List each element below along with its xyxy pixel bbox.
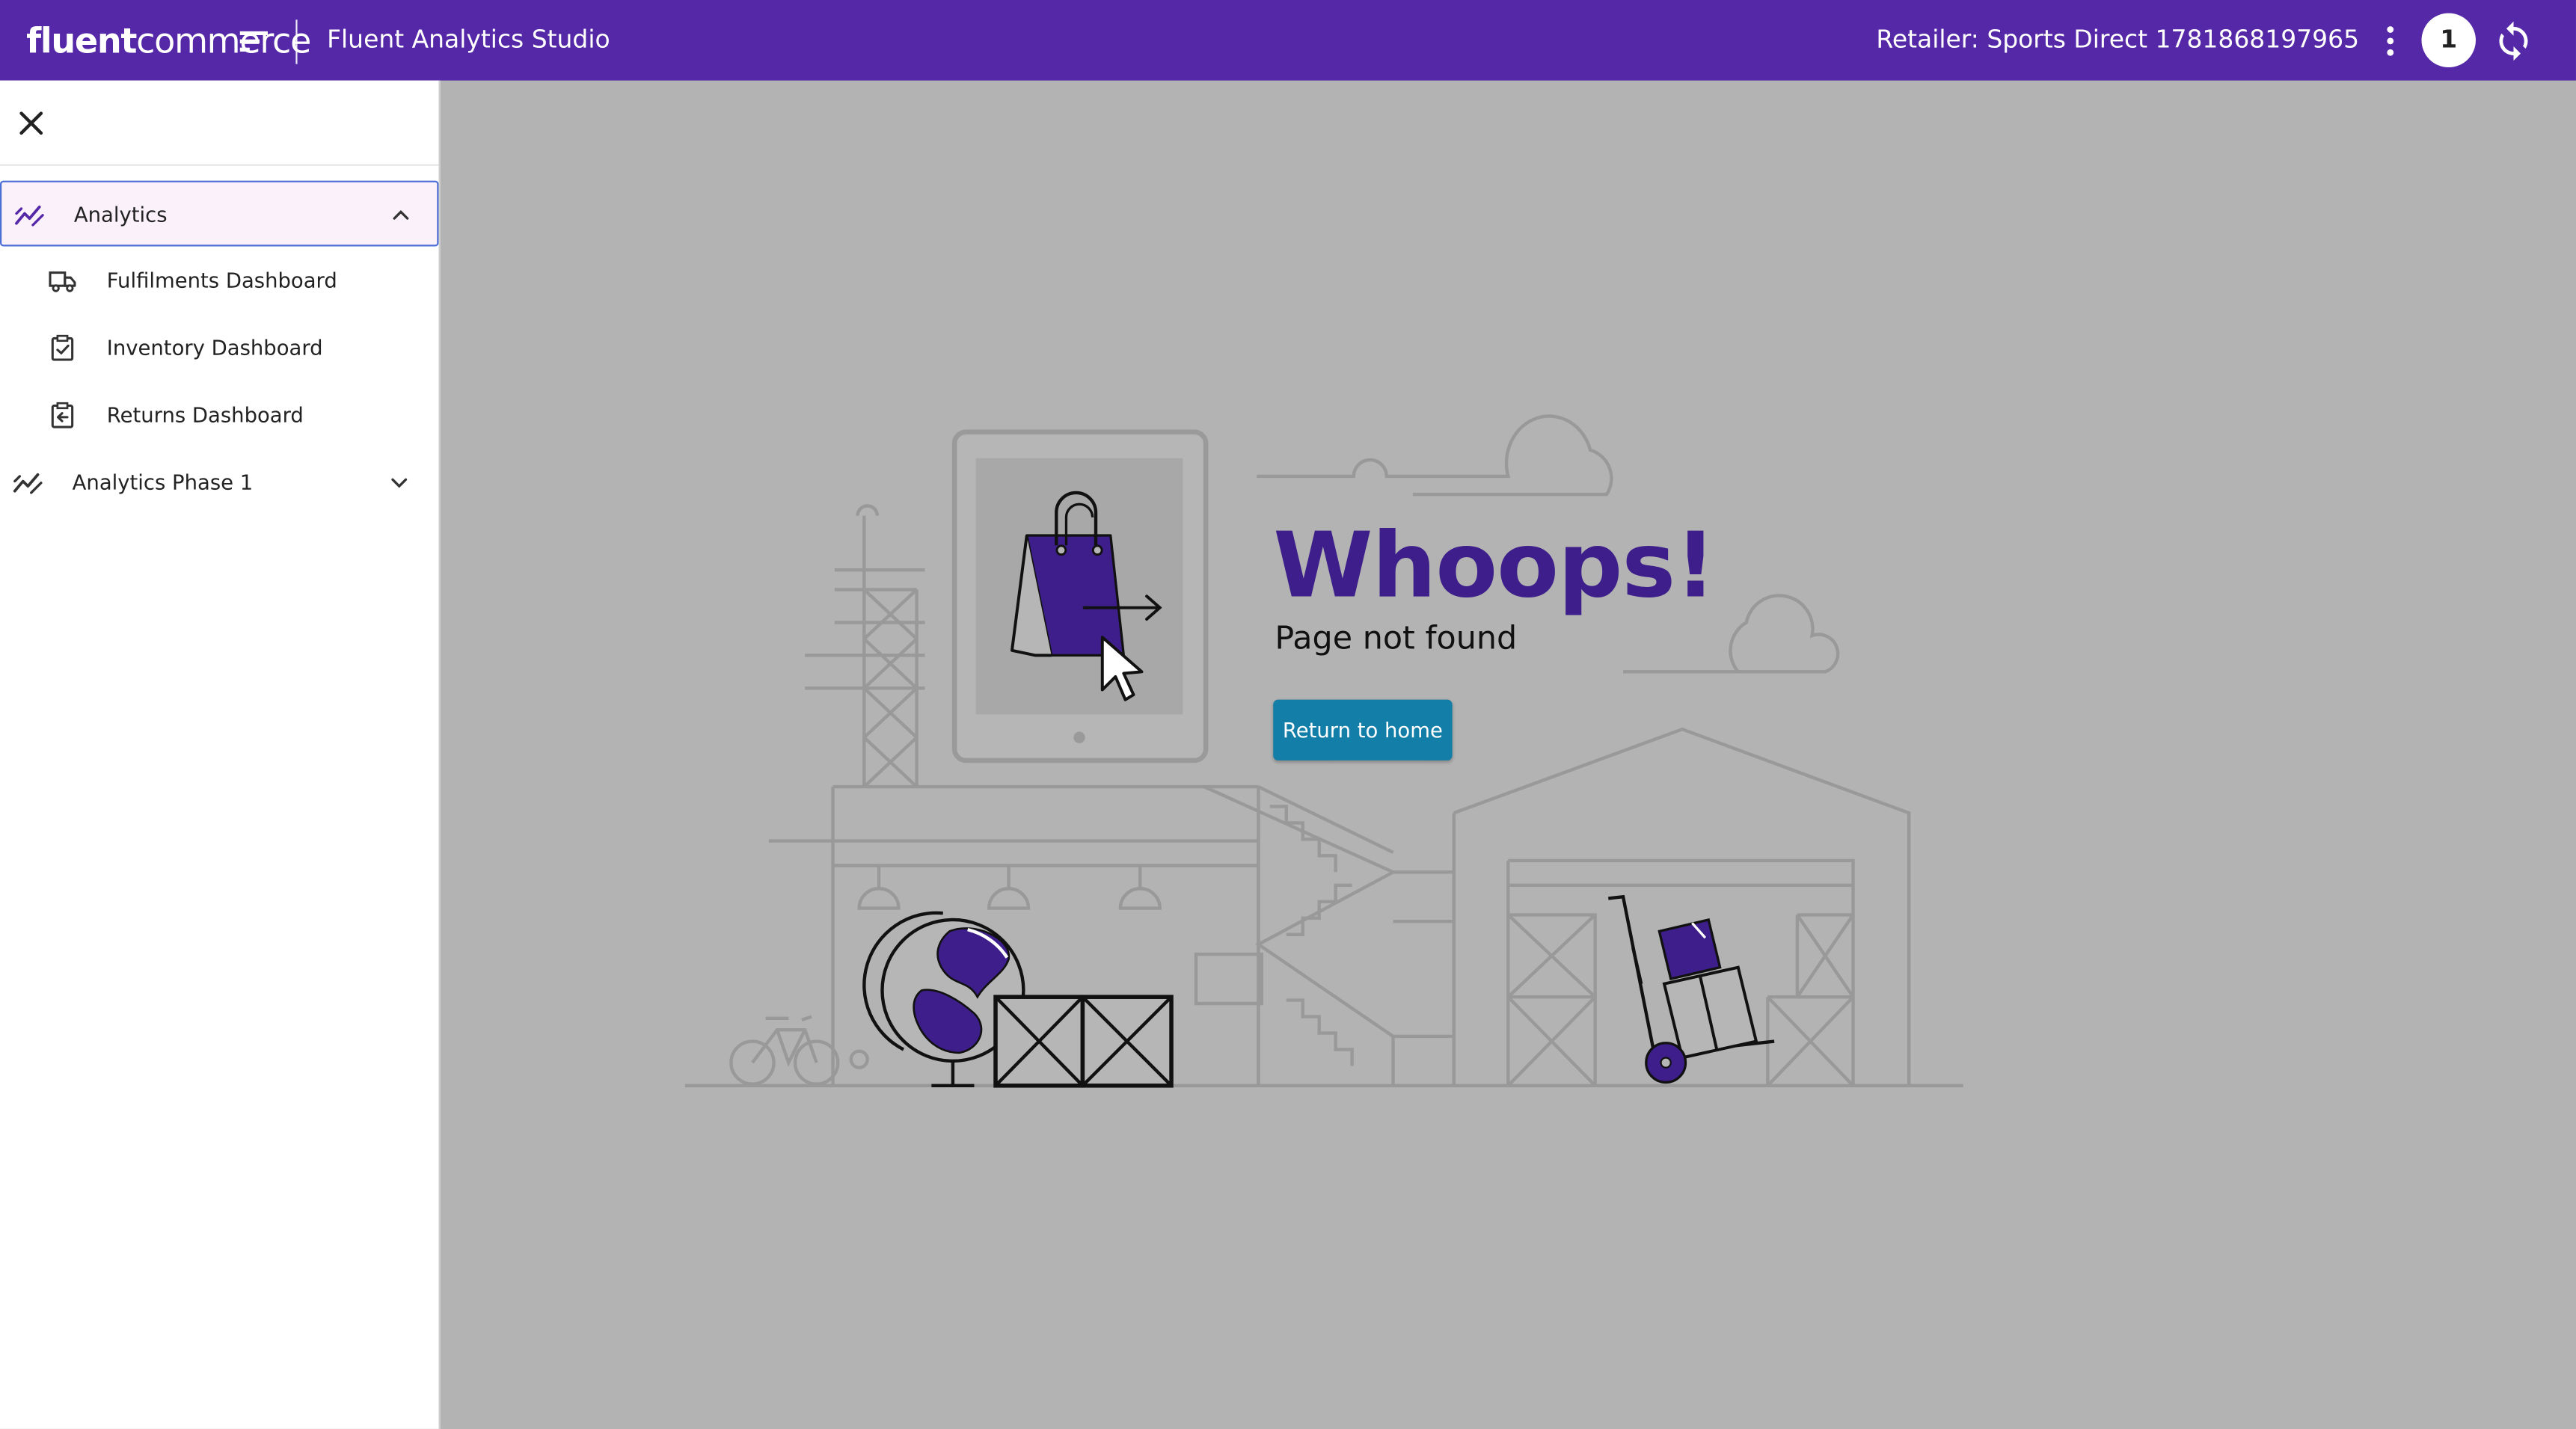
sidebar-item-label: Inventory Dashboard [106,335,323,360]
sidebar-item-returns-dashboard[interactable]: Returns Dashboard [0,383,438,449]
app-title: Fluent Analytics Studio [327,24,610,55]
error-heading: Whoops! [1273,512,1716,618]
sidebar-item-label: Analytics [73,202,168,227]
sidebar-item-inventory-dashboard[interactable]: Inventory Dashboard [0,316,438,381]
truck-icon [49,271,76,292]
brand-bold: fluent [26,21,137,61]
logo-lines-icon [239,31,269,52]
sidebar-item-analytics-phase-1[interactable]: Analytics Phase 1 [0,450,438,516]
sidebar-item-label: Analytics Phase 1 [72,470,254,495]
clipboard-check-icon [51,334,74,361]
top-bar: fluentcommerce Fluent Analytics Studio R… [0,0,2576,81]
sidebar: Analytics Fulfilments Dashboard Inventor… [0,80,441,1429]
sidebar-divider [0,164,439,166]
sidebar-item-analytics[interactable]: Analytics [0,180,439,247]
brand-light: commerce [136,21,311,61]
app-stage: fluentcommerce Fluent Analytics Studio R… [0,0,2576,1429]
retailer-label[interactable]: Retailer: Sports Direct 1781868197965 [1840,23,2359,56]
return-home-button[interactable]: Return to home [1273,699,1453,760]
analytics-icon [13,473,43,494]
sidebar-item-fulfilments-dashboard[interactable]: Fulfilments Dashboard [0,248,438,314]
chevron-down-icon[interactable] [387,471,411,494]
main-content: Whoops! Page not found Return to home [441,81,2576,1429]
sidebar-item-label: Fulfilments Dashboard [106,268,337,292]
more-vertical-icon[interactable] [2379,23,2402,59]
analytics-icon [15,205,44,227]
sidebar-item-label: Returns Dashboard [106,402,304,428]
chevron-up-icon[interactable] [390,203,413,227]
brand-logo[interactable]: fluentcommerce [26,19,311,62]
close-icon[interactable] [13,105,49,141]
refresh-icon[interactable] [2492,19,2535,62]
user-avatar-badge[interactable]: 1 [2421,13,2476,68]
error-message: Page not found [1275,619,1518,657]
header-divider [295,19,298,64]
clipboard-return-icon [51,402,74,428]
warehouse-illustration [684,414,1963,1088]
